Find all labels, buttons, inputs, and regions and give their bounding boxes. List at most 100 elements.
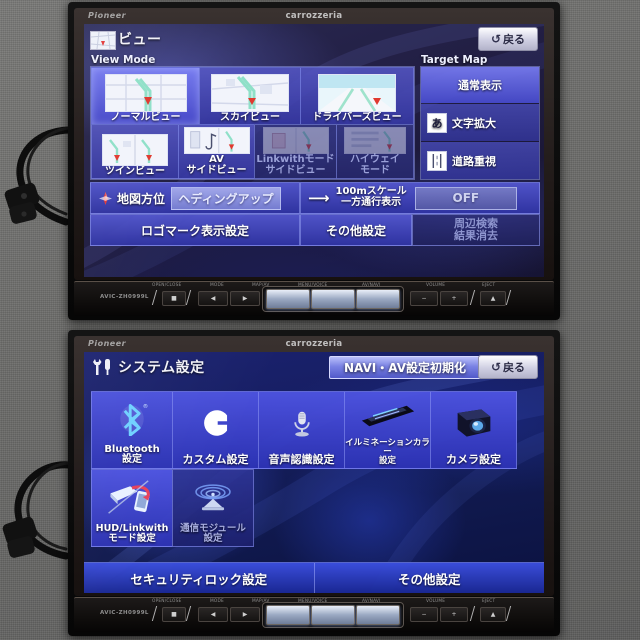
sky-view-thumb [211,73,289,112]
tile-bluetooth-settings[interactable]: ® Bluetooth 設定 [91,391,173,469]
pioneer-logo: Pioneer [88,339,127,348]
carrozzeria-logo: carrozzeria [285,11,343,21]
hw-av-navi-button-bottom[interactable] [356,605,400,625]
hw-prev-button-bottom[interactable]: ◀ [198,607,228,622]
view-tile-drivers[interactable]: ドライバーズビュー [300,67,414,125]
back-button-label-top: 戻る [503,33,526,46]
hw-av-navi-button-top[interactable] [356,289,400,309]
view-tile-label: ハイウェイ モード [350,154,400,177]
microphone-icon [259,392,344,454]
hardware-button-strip-top: OPEN/CLOSE MODE MAP/AV MENU/VOICE AV/NAV… [74,281,554,316]
drivers-view-thumb [318,73,396,112]
hw-next-button-top[interactable]: ▶ [230,291,260,306]
brand-row-top: Pioneer carrozzeria [84,10,544,24]
target-map-row-road[interactable]: 道路重視 [421,142,539,179]
view-tile-label: ツインビュー [105,165,165,177]
header-top: ビュー ↺ 戻る [84,24,544,54]
hw-map-av-button-top[interactable] [266,289,310,309]
lcd-screen-top[interactable]: ビュー ↺ 戻る View Mode ノーマルビュー スカイビュー ドライバーズ… [84,24,544,277]
target-map-row-normal[interactable]: 通常表示 [421,67,539,103]
tools-icon [90,357,114,377]
hw-menu-voice-button-top[interactable] [311,289,355,309]
hw-volume-down-button-top[interactable]: − [410,291,438,306]
illumination-color-icon [345,392,430,439]
view-tile-highway[interactable]: ハイウェイ モード [336,124,414,179]
view-tile-av-side[interactable]: AV サイドビュー [178,124,255,179]
target-map-label: 文字拡大 [452,116,496,130]
view-tile-sky[interactable]: スカイビュー [199,67,301,125]
page-title-bottom: システム設定 [118,360,205,376]
view-tile-label: ドライバーズビュー [312,111,402,123]
hardware-button-strip-bottom: OPEN/CLOSE MODE MAP/AV MENU/VOICE AV/NAV… [74,597,554,632]
tile-label: イルミネーションカラー 設定 [345,438,430,466]
hw-next-button-bottom[interactable]: ▶ [230,607,260,622]
hw-open-close-button-bottom[interactable]: ■ [162,607,186,622]
tile-label: Bluetooth 設定 [104,443,160,466]
tile-camera-settings[interactable]: カメラ設定 [430,391,517,469]
view-tile-label: ノーマルビュー [110,111,181,123]
map-view-icon [90,31,116,50]
head-unit-bottom: Pioneer carrozzeria システム設定 NAVI・AV設定初期化 … [68,330,560,636]
tile-label: カメラ設定 [446,453,501,467]
hw-open-close-button-top[interactable]: ■ [162,291,186,306]
security-lock-settings-button[interactable]: セキュリティロック設定 [84,563,314,593]
tile-label: HUD/Linkwith モード設定 [95,522,169,544]
arrow-right-icon: ⟶ [308,188,330,207]
tile-label: 音声認識設定 [268,453,335,467]
back-button-top[interactable]: ↺ 戻る [478,27,538,51]
navi-av-reset-button[interactable]: NAVI・AV設定初期化 [329,356,481,379]
view-tile-linkwith-side[interactable]: Linkwithモード サイドビュー [254,124,337,179]
oneway-display-button[interactable]: ⟶ 100mスケール 一方通行表示 OFF [300,182,540,214]
map-orientation-button[interactable]: 地図方位 ヘディングアップ [90,182,300,214]
tile-hud-linkwith-settings[interactable]: HUD/Linkwith モード設定 [91,469,173,547]
brand-row-bottom: Pioneer carrozzeria [84,338,544,352]
custom-c-icon [173,392,258,454]
target-map-label: 道路重視 [452,154,496,168]
model-label-bottom: AVIC-ZH0999L [100,610,149,616]
navi-av-reset-label: NAVI・AV設定初期化 [343,361,467,375]
clear-poi-results-button[interactable]: 周辺検索 結果消去 [412,214,540,246]
comm-module-icon [173,470,253,524]
bluetooth-icon: ® [92,392,172,445]
hw-prev-button-top[interactable]: ◀ [198,291,228,306]
target-map-row-textlarge[interactable]: あ 文字拡大 [421,104,539,141]
other-settings-button-top[interactable]: その他設定 [300,214,412,246]
other-settings-label-top: その他設定 [325,223,386,238]
highway-mode-thumb [344,127,406,155]
logo-mark-settings-label: ロゴマーク表示設定 [140,223,249,238]
bezel-bottom: Pioneer carrozzeria システム設定 NAVI・AV設定初期化 … [74,336,554,596]
hw-volume-down-button-bottom[interactable]: − [410,607,438,622]
logo-mark-settings-button[interactable]: ロゴマーク表示設定 [90,214,300,246]
hud-linkwith-icon [92,470,172,524]
compass-icon [99,191,112,205]
other-settings-button-bottom[interactable]: その他設定 [315,563,545,593]
svg-text:®: ® [143,404,148,411]
back-button-bottom[interactable]: ↺ 戻る [478,355,538,379]
tile-custom-settings[interactable]: カスタム設定 [172,391,259,469]
bottom-action-bar: セキュリティロック設定 その他設定 [84,562,544,593]
view-tile-label: スカイビュー [220,111,280,123]
hw-eject-button-bottom[interactable]: ▲ [480,607,506,622]
lcd-screen-bottom[interactable]: システム設定 NAVI・AV設定初期化 ↺ 戻る ® Bluetooth 設定 … [84,352,544,593]
view-tile-normal[interactable]: ノーマルビュー [91,67,200,125]
hw-eject-button-top[interactable]: ▲ [480,291,506,306]
screenshot-root: Pioneer carrozzeria ビュー ↺ 戻る View Mode ノ… [0,0,640,640]
pioneer-logo: Pioneer [88,11,127,20]
view-tile-twin[interactable]: ツインビュー [91,124,179,179]
header-bottom: システム設定 NAVI・AV設定初期化 ↺ 戻る [84,352,544,382]
tile-comm-module-settings[interactable]: 通信モジュール 設定 [172,469,254,547]
tile-illumination-color-settings[interactable]: イルミネーションカラー 設定 [344,391,431,469]
tile-voice-recognition-settings[interactable]: 音声認識設定 [258,391,345,469]
tile-label: カスタム設定 [182,453,249,467]
av-side-view-thumb [183,127,250,155]
camera-icon [431,392,516,454]
map-orientation-label: 地図方位 [117,191,166,206]
head-unit-top: Pioneer carrozzeria ビュー ↺ 戻る View Mode ノ… [68,2,560,320]
view-tile-label: Linkwithモード サイドビュー [256,154,335,177]
hw-map-av-button-bottom[interactable] [266,605,310,625]
hw-volume-up-button-bottom[interactable]: + [440,607,468,622]
hw-volume-up-button-top[interactable]: + [440,291,468,306]
back-arrow-icon: ↺ [490,360,502,374]
hw-menu-voice-button-bottom[interactable] [311,605,355,625]
carrozzeria-logo: carrozzeria [285,339,343,349]
